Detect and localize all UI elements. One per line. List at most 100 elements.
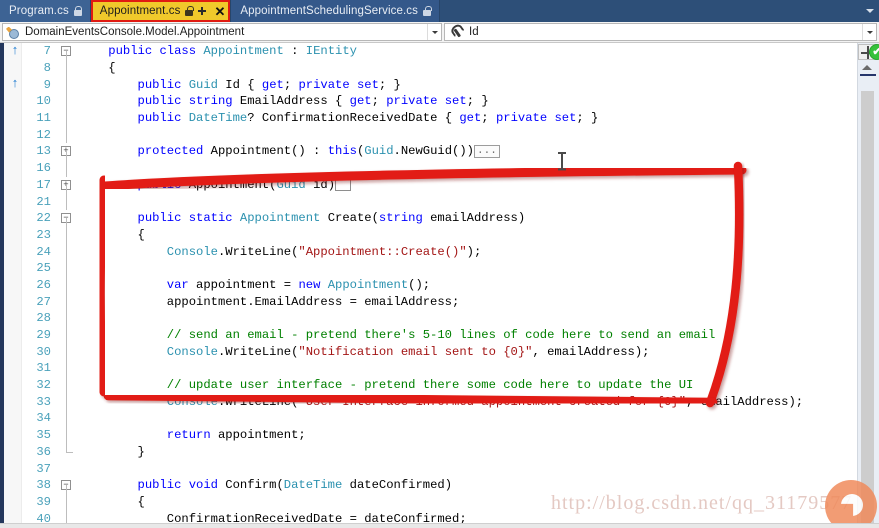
outlining-glyph — [58, 76, 76, 94]
line-number: 16 — [36, 161, 51, 176]
code-text: return appointment; — [166, 428, 306, 443]
code-line[interactable]: 12 — [22, 126, 857, 144]
outlining-glyph — [58, 109, 76, 127]
indicator-margin[interactable]: ↑ ↑ — [4, 43, 22, 528]
outlining-glyph — [58, 326, 76, 344]
outlining-glyph[interactable]: + — [58, 143, 76, 160]
code-line[interactable]: 39 { — [22, 493, 857, 511]
wrench-icon — [448, 24, 465, 41]
member-dropdown[interactable]: Id — [444, 23, 877, 41]
code-lines-container[interactable]: 7− public class Appointment : IEntity8 {… — [22, 43, 857, 528]
line-number: 34 — [36, 411, 51, 426]
code-line[interactable]: 13 + protected Appointment() : this(Guid.… — [22, 143, 857, 160]
code-line[interactable]: 10 public string EmailAddress { get; pri… — [22, 93, 857, 110]
code-line[interactable]: 30 Console.WriteLine("Notification email… — [22, 343, 857, 361]
lock-icon — [73, 6, 83, 16]
visual-studio-window: Program.cs Appointment.cs ✕ AppointmentS… — [0, 0, 879, 528]
line-number: 27 — [36, 294, 51, 309]
code-line[interactable]: 24 Console.WriteLine("Appointment::Creat… — [22, 243, 857, 260]
code-text: public void Confirm(DateTime dateConfirm… — [137, 478, 453, 493]
outlining-glyph — [58, 126, 76, 144]
code-line[interactable]: 8 { — [22, 59, 857, 77]
tab-appointment-scheduling-service-cs[interactable]: AppointmentSchedulingService.cs — [231, 0, 440, 22]
scrollbar-thumb[interactable] — [861, 91, 874, 526]
outlining-glyph — [58, 243, 76, 260]
tab-overflow-dropdown[interactable] — [861, 0, 879, 22]
line-number: 24 — [36, 244, 51, 259]
outlining-glyph — [58, 159, 76, 177]
code-text: Console.WriteLine("Notification email se… — [166, 344, 650, 359]
line-number: 17 — [36, 177, 51, 192]
code-line[interactable]: 32 // update user interface - pretend th… — [22, 376, 857, 394]
code-text: public static Appointment Create(string … — [137, 211, 526, 226]
tab-program-cs[interactable]: Program.cs — [0, 0, 91, 22]
code-text: { — [108, 61, 116, 76]
code-line[interactable]: 22− public static Appointment Create(str… — [22, 210, 857, 227]
code-line[interactable]: 34 — [22, 410, 857, 427]
tab-label: Appointment.cs — [99, 5, 181, 17]
tab-label: AppointmentSchedulingService.cs — [240, 5, 418, 17]
outlining-glyph[interactable]: − — [58, 210, 76, 227]
vertical-scrollbar[interactable]: ✔ — [857, 43, 879, 528]
code-editor[interactable]: ↑↑ 7− public class Appointment : IEntity… — [0, 43, 879, 528]
outlining-glyph — [58, 293, 76, 310]
line-number: 37 — [36, 461, 51, 476]
code-line[interactable]: 9 public Guid Id { get; private set; } — [22, 76, 857, 94]
close-icon[interactable]: ✕ — [213, 5, 226, 18]
code-line[interactable]: 28 — [22, 310, 857, 327]
outlining-glyph — [58, 426, 76, 444]
code-line[interactable]: 11 public DateTime? ConfirmationReceived… — [22, 109, 857, 127]
chevron-down-icon[interactable] — [862, 24, 876, 40]
line-number: 7 — [43, 44, 51, 59]
code-health-indicator[interactable]: ✔ — [869, 44, 879, 60]
code-line[interactable]: 31 — [22, 360, 857, 377]
code-text: // send an email - pretend there's 5-10 … — [166, 328, 716, 343]
outlining-glyph — [58, 460, 76, 477]
code-line[interactable]: 29 // send an email - pretend there's 5-… — [22, 326, 857, 344]
collapsed-region-box[interactable] — [335, 178, 352, 192]
code-line[interactable]: 27 appointment.EmailAddress = emailAddre… — [22, 293, 857, 310]
line-number: 25 — [36, 261, 51, 276]
outlining-glyph — [58, 376, 76, 394]
code-text: public DateTime? ConfirmationReceivedDat… — [137, 111, 599, 126]
outlining-glyph — [58, 226, 76, 244]
code-text: { — [137, 227, 145, 242]
code-line[interactable]: 17 + public Appointment(Guid id) — [22, 177, 857, 194]
code-line[interactable]: 37 — [22, 460, 857, 477]
code-lens-indicator-icon[interactable]: ↑ — [9, 43, 21, 56]
scroll-up-button[interactable] — [862, 65, 872, 70]
code-line[interactable]: 36 } — [22, 443, 857, 461]
code-text: appointment.EmailAddress = emailAddress; — [166, 294, 460, 309]
type-dropdown-value: DomainEventsConsole.Model.Appointment — [25, 26, 245, 38]
code-text: protected Appointment() : this(Guid.NewG… — [76, 144, 857, 158]
outlining-glyph — [58, 310, 76, 327]
code-text: public string EmailAddress { get; privat… — [137, 94, 489, 109]
line-number: 35 — [36, 428, 51, 443]
outlining-glyph — [58, 59, 76, 77]
tab-strip-spacer — [440, 0, 861, 22]
code-line[interactable]: 21 — [22, 193, 857, 210]
code-line[interactable]: 33 Console.WriteLine("User Interface inf… — [22, 393, 857, 411]
outlining-glyph[interactable]: − — [58, 43, 76, 60]
outlining-glyph[interactable]: + — [58, 177, 76, 194]
code-line[interactable]: 23 { — [22, 226, 857, 244]
code-line[interactable]: 7− public class Appointment : IEntity — [22, 43, 857, 60]
code-line[interactable]: 25 — [22, 259, 857, 277]
collapsed-region-ellipsis[interactable]: ... — [474, 144, 500, 158]
chevron-down-icon[interactable] — [427, 24, 441, 40]
tab-appointment-cs[interactable]: Appointment.cs ✕ — [90, 0, 232, 22]
outlining-glyph — [58, 93, 76, 110]
line-number: 30 — [36, 344, 51, 359]
pin-icon[interactable] — [198, 6, 208, 16]
code-line[interactable]: 35 return appointment; — [22, 426, 857, 444]
line-number: 9 — [43, 77, 51, 92]
code-line[interactable]: 26 var appointment = new Appointment(); — [22, 276, 857, 294]
code-text: public Guid Id { get; private set; } — [137, 77, 401, 92]
type-dropdown[interactable]: DomainEventsConsole.Model.Appointment — [2, 23, 442, 41]
code-line[interactable]: 38− public void Confirm(DateTime dateCon… — [22, 477, 857, 494]
code-line[interactable]: 16 — [22, 159, 857, 177]
line-number: 13 — [36, 144, 51, 159]
line-number: 28 — [36, 311, 51, 326]
code-lens-indicator-icon[interactable]: ↑ — [9, 76, 21, 89]
outlining-glyph[interactable]: − — [58, 477, 76, 494]
